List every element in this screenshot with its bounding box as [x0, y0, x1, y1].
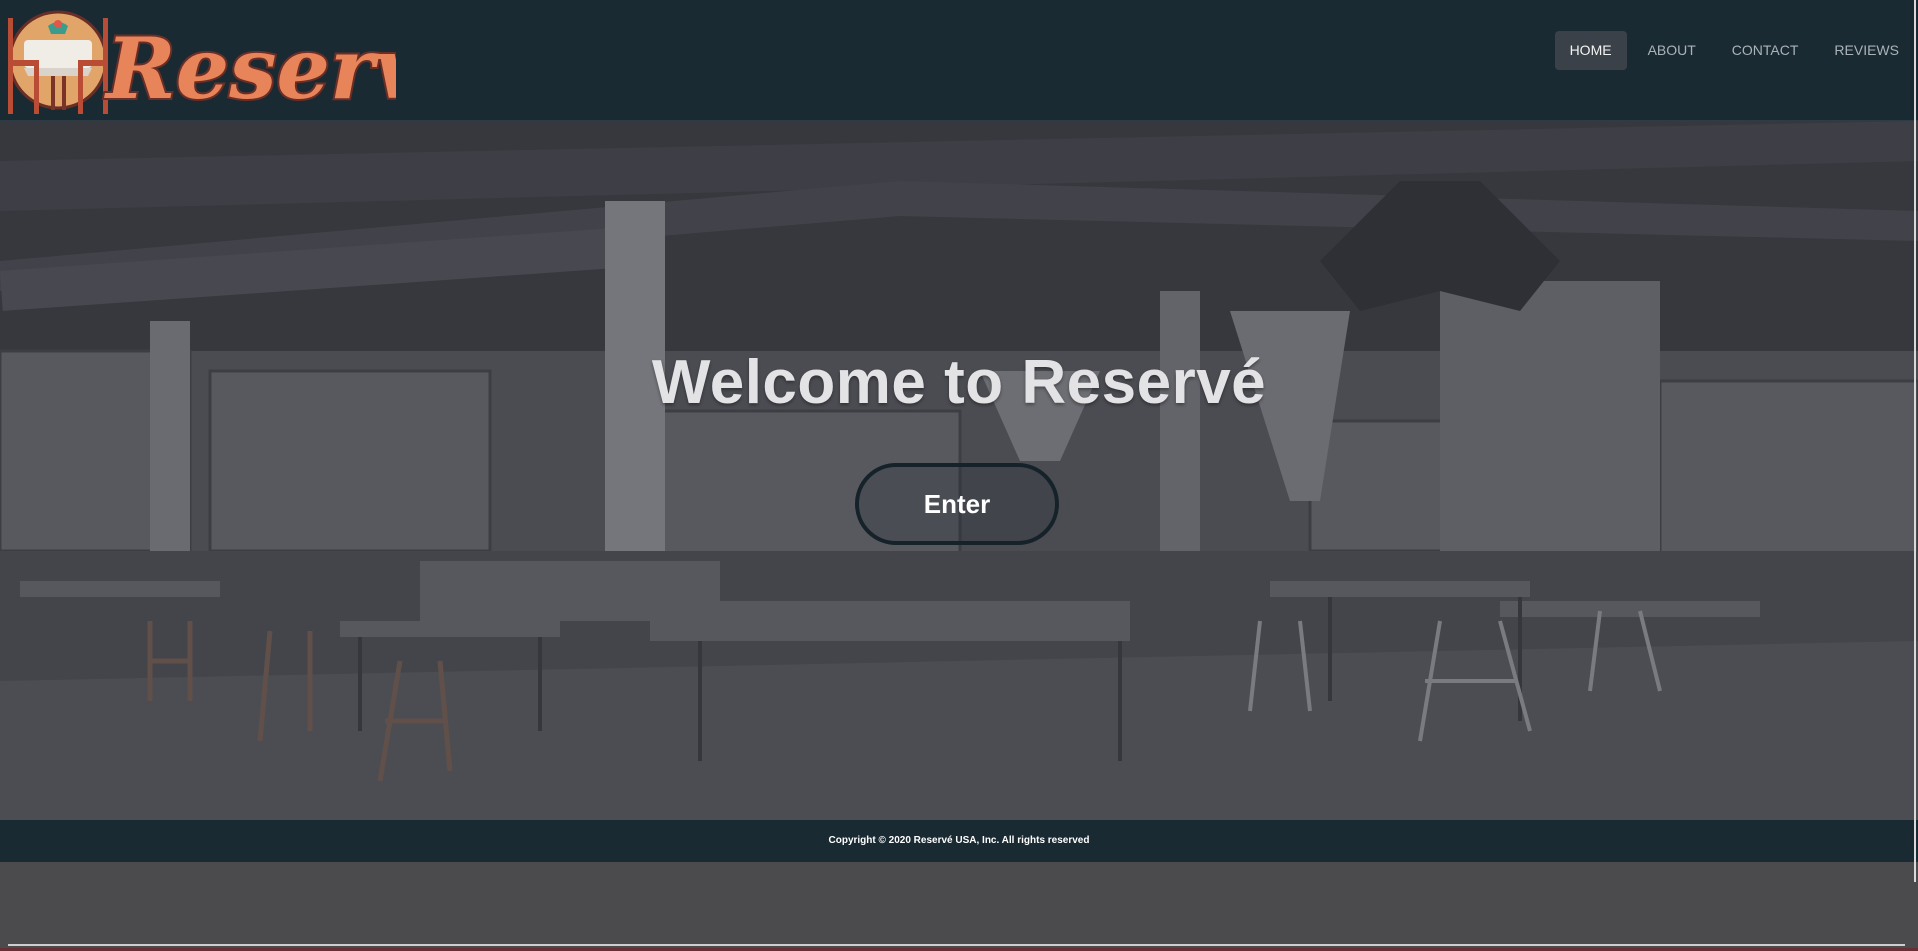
- vertical-scrollbar[interactable]: [1914, 0, 1916, 882]
- nav-reviews[interactable]: REVIEWS: [1819, 31, 1914, 70]
- enter-button[interactable]: Enter: [855, 463, 1059, 545]
- horizontal-scrollbar[interactable]: [8, 944, 1905, 946]
- hero-section: Welcome to Reservé Enter: [0, 121, 1918, 820]
- site-footer: Copyright © 2020 Reservé USA, Inc. All r…: [0, 820, 1918, 862]
- page: Reservé HOME ABOUT CONTACT REVIEWS: [0, 0, 1918, 951]
- site-header: Reservé HOME ABOUT CONTACT REVIEWS: [0, 0, 1918, 121]
- logo-text: Reservé: [104, 19, 396, 114]
- nav-home[interactable]: HOME: [1554, 31, 1627, 70]
- hero-title: Welcome to Reservé: [651, 348, 1267, 417]
- restaurant-table-logo-icon: [8, 10, 108, 114]
- nav-contact[interactable]: CONTACT: [1717, 31, 1814, 70]
- nav-about[interactable]: ABOUT: [1633, 31, 1711, 70]
- reserve-logo[interactable]: Reservé: [6, 8, 396, 114]
- copyright-text: Copyright © 2020 Reservé USA, Inc. All r…: [828, 835, 1090, 846]
- page-background: [0, 862, 1918, 951]
- main-nav: HOME ABOUT CONTACT REVIEWS: [1554, 31, 1914, 70]
